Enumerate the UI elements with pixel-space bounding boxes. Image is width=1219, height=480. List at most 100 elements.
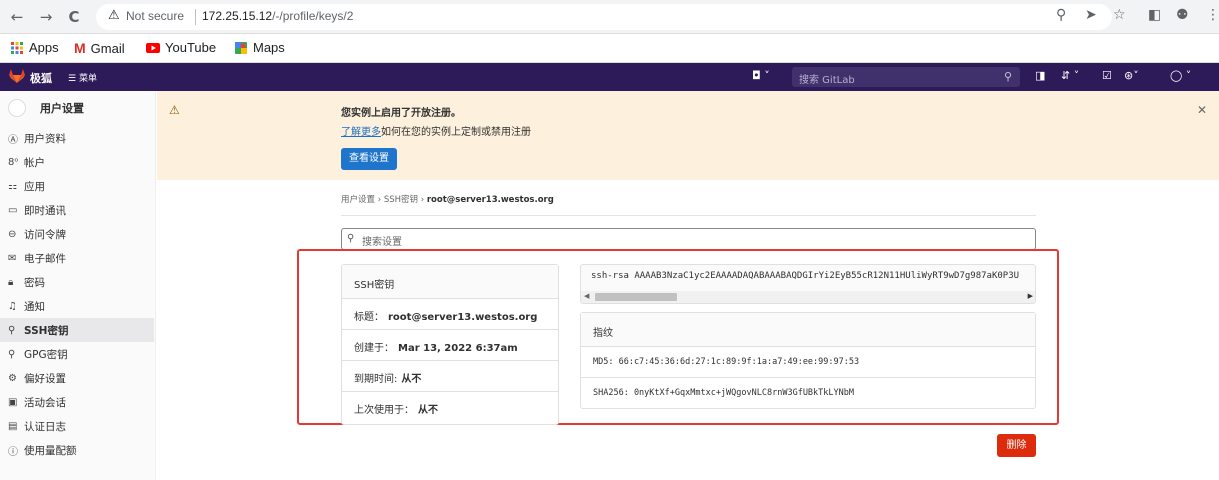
close-icon[interactable]: ✕ <box>1197 103 1207 117</box>
gitlab-header: 极狐 ☰ 菜单 ◘ ˅ 搜索 GitLab ⚲ ◨ ⇵ ˅ ☑ ⊛˅ ◯ ˅ <box>0 63 1219 91</box>
applications-icon: ⚏ <box>8 180 17 192</box>
delete-button[interactable]: 删除 <box>997 434 1036 457</box>
sidebar-item-label: 偏好设置 <box>24 372 66 385</box>
alert-body: 了解更多如何在您的实例上定制或禁用注册 <box>341 123 531 138</box>
sidebar-item[interactable]: ⚲ GPG密钥 <box>0 342 154 366</box>
horizontal-scrollbar[interactable]: ◀ ▶ <box>581 291 1035 303</box>
search-settings-input[interactable]: ⚲ 搜索设置 <box>341 228 1036 250</box>
menu-label: 菜单 <box>78 74 97 84</box>
sidebar-item[interactable]: Ⓐ 用户资料 <box>0 126 154 150</box>
sidebar-item[interactable]: ▭ 即时通讯 <box>0 198 154 222</box>
menu-icon[interactable]: ⋮ <box>1206 7 1219 23</box>
sidebar-item-label: GPG密钥 <box>24 348 68 361</box>
sidebar-item-label: 活动会话 <box>24 396 66 409</box>
key-title-row: 标题： root@server13.westos.org <box>342 299 558 330</box>
url-text[interactable]: 172.25.15.12/-/profile/keys/2 <box>202 9 353 23</box>
sidebar-title: 用户设置 <box>40 102 84 115</box>
expires-label: 到期时间: <box>354 374 398 385</box>
sidebar-item-label: 使用量配额 <box>24 444 77 457</box>
public-key-box[interactable]: ssh-rsa AAAAB3NzaC1yc2EAAAADAQABAAABAQDG… <box>580 264 1036 304</box>
fingerprint-title: 指纹 <box>581 313 1035 347</box>
warning-icon: ⚠ <box>169 103 180 117</box>
address-bar[interactable]: ⚠ Not secure 172.25.15.12/-/profile/keys… <box>96 4 1112 30</box>
send-icon[interactable]: ➤ <box>1085 7 1097 23</box>
breadcrumb-current[interactable]: root@server13.westos.org <box>427 195 554 205</box>
search-gitlab-input[interactable]: 搜索 GitLab ⚲ <box>792 67 1020 87</box>
sidebar-item-label: 密码 <box>24 276 45 289</box>
sidebar-item[interactable]: ⓘ 使用量配额 <box>0 438 154 462</box>
search-icon: ⚲ <box>1003 70 1012 83</box>
merge-requests-icon[interactable]: ⇵ ˅ <box>1061 69 1079 82</box>
lock-icon: 🔒︎ <box>8 276 14 288</box>
last-used-label: 上次使用于： <box>354 405 414 416</box>
breadcrumb-user-settings[interactable]: 用户设置 <box>341 195 375 205</box>
warning-icon[interactable]: ⚠ <box>108 8 120 23</box>
sidebar-item[interactable]: ⊖ 访问令牌 <box>0 222 154 246</box>
key-title-label: 标题： <box>354 312 384 323</box>
view-settings-button[interactable]: 查看设置 <box>341 148 397 170</box>
created-value: Mar 13, 2022 6:37am <box>398 343 518 354</box>
user-avatar-icon[interactable]: ◯ ˅ <box>1170 69 1191 82</box>
scroll-right-icon[interactable]: ▶ <box>1028 292 1033 300</box>
monitor-icon: ▣ <box>8 396 18 408</box>
created-row: 创建于： Mar 13, 2022 6:37am <box>342 330 558 361</box>
bookmark-gmail[interactable]: M Gmail <box>74 40 125 56</box>
sidebar-item[interactable]: ▤ 认证日志 <box>0 414 154 438</box>
bookmark-youtube[interactable]: YouTube <box>146 40 216 55</box>
zoom-icon[interactable]: ⚲ <box>1056 7 1066 23</box>
star-icon[interactable]: ☆ <box>1113 7 1126 23</box>
created-label: 创建于： <box>354 343 394 354</box>
youtube-icon <box>146 42 160 53</box>
key-icon: ⚲ <box>8 324 16 336</box>
sha256-fingerprint: SHA256: 0nyKtXf+GqxMmtxc+jWQgovNLC8rnW3G… <box>593 388 854 398</box>
learn-more-link[interactable]: 了解更多 <box>341 127 381 138</box>
account-icon: 8ᵒ <box>8 156 19 168</box>
sidebar-item[interactable]: ⚏ 应用 <box>0 174 154 198</box>
sidebar-item-label: 即时通讯 <box>24 204 66 217</box>
sidebar-item[interactable]: ⚙ 偏好设置 <box>0 366 154 390</box>
bookmark-maps[interactable]: Maps <box>234 40 285 55</box>
sidebar-header[interactable]: 用户设置 <box>8 99 84 117</box>
scrollbar-thumb[interactable] <box>595 293 677 301</box>
sidebar-icon[interactable]: ◧ <box>1148 7 1161 23</box>
public-key-text[interactable]: ssh-rsa AAAAB3NzaC1yc2EAAAADAQABAAABAQDG… <box>591 271 1019 281</box>
help-icon[interactable]: ⊛˅ <box>1124 69 1139 82</box>
scroll-left-icon[interactable]: ◀ <box>584 292 589 300</box>
key-icon: ⚲ <box>8 348 16 360</box>
reload-button[interactable]: C <box>63 6 85 28</box>
issues-icon[interactable]: ◨ <box>1035 69 1045 82</box>
back-button[interactable]: ← <box>6 6 28 28</box>
bookmark-apps[interactable]: Apps <box>10 40 59 55</box>
sidebar-item-label: 电子邮件 <box>24 252 66 265</box>
quota-icon: ⓘ <box>8 446 18 458</box>
profile-icon: Ⓐ <box>8 134 18 146</box>
new-item-icon[interactable]: ◘ ˅ <box>752 69 770 82</box>
not-secure-label[interactable]: Not secure <box>126 9 184 23</box>
forward-button[interactable]: → <box>35 6 57 28</box>
search-placeholder: 搜索 GitLab <box>799 75 855 86</box>
menu-button[interactable]: ☰ 菜单 <box>68 71 97 84</box>
expires-value: 从不 <box>401 374 422 385</box>
bookmark-label: Gmail <box>90 40 125 56</box>
gitlab-logo-icon[interactable] <box>9 69 25 83</box>
breadcrumb-ssh-keys[interactable]: SSH密钥 <box>384 195 418 205</box>
sidebar-item[interactable]: 8ᵒ 帐户 <box>0 150 154 174</box>
sidebar-item[interactable]: ⚲ SSH密钥 <box>0 318 154 342</box>
sidebar-item-label: 应用 <box>24 180 45 193</box>
email-icon: ✉ <box>8 252 17 264</box>
sidebar-item[interactable]: ♫ 通知 <box>0 294 154 318</box>
preferences-icon: ⚙ <box>8 372 17 384</box>
sidebar-item-label: 访问令牌 <box>24 228 66 241</box>
hamburger-icon: ☰ <box>68 74 79 84</box>
sidebar-item[interactable]: ✉ 电子邮件 <box>0 246 154 270</box>
open-registration-alert: ⚠ 您实例上启用了开放注册。 了解更多如何在您的实例上定制或禁用注册 查看设置 … <box>157 91 1219 180</box>
fingerprint-card: 指纹 MD5: 66:c7:45:36:6d:27:1c:89:9f:1a:a7… <box>580 312 1036 409</box>
sidebar-item[interactable]: ▣ 活动会话 <box>0 390 154 414</box>
todo-icon[interactable]: ☑ <box>1102 69 1112 82</box>
sidebar-item-label: 帐户 <box>24 156 45 169</box>
profile-icon[interactable]: ⚉ <box>1176 7 1189 23</box>
brand-name[interactable]: 极狐 <box>30 70 52 86</box>
sidebar-item[interactable]: 🔒︎ 密码 <box>0 270 154 294</box>
omnibox-divider <box>195 9 196 25</box>
key-title-value: root@server13.westos.org <box>388 312 538 323</box>
